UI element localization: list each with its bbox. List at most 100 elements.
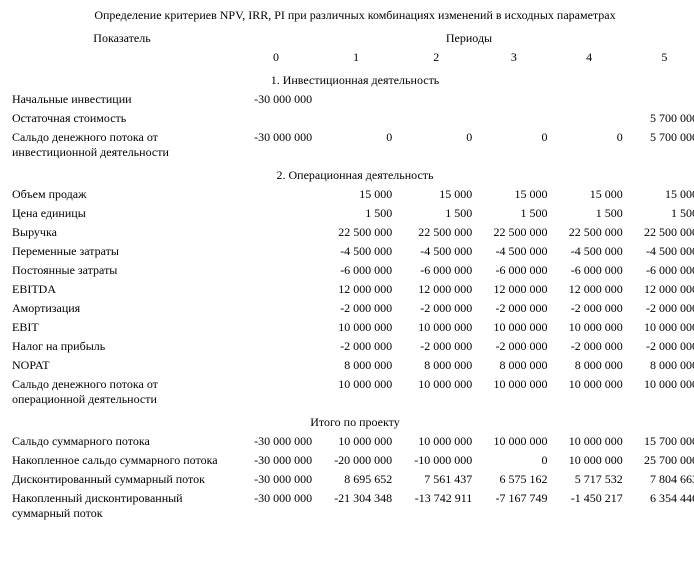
row-value: -30 000 000 — [236, 90, 316, 109]
col-5: 5 — [627, 48, 694, 67]
row-value — [236, 204, 316, 223]
row-value: 10 000 000 — [316, 318, 396, 337]
section-title: 1. Инвестиционная деятельность — [8, 67, 694, 90]
row-value: 8 000 000 — [627, 356, 694, 375]
row-value: 7 804 663 — [627, 470, 694, 489]
row-value: 8 000 000 — [476, 356, 551, 375]
row-value: -2 000 000 — [316, 337, 396, 356]
row-value: -2 000 000 — [627, 337, 694, 356]
table-row: Остаточная стоимость5 700 000 — [8, 109, 694, 128]
row-label: Сальдо денежного потока от инвестиционно… — [8, 128, 236, 162]
col-indicator: Показатель — [8, 29, 236, 67]
row-value: 12 000 000 — [396, 280, 476, 299]
row-label: EBIT — [8, 318, 236, 337]
row-value — [236, 109, 316, 128]
row-value — [316, 90, 396, 109]
row-value: 10 000 000 — [396, 375, 476, 409]
row-value: -2 000 000 — [552, 299, 627, 318]
row-label: Амортизация — [8, 299, 236, 318]
row-value: 8 000 000 — [316, 356, 396, 375]
table-row: NOPAT8 000 0008 000 0008 000 0008 000 00… — [8, 356, 694, 375]
row-value: 10 000 000 — [627, 318, 694, 337]
row-value — [236, 356, 316, 375]
row-label: Сальдо суммарного потока — [8, 432, 236, 451]
row-value: 7 561 437 — [396, 470, 476, 489]
row-value: 0 — [476, 451, 551, 470]
row-value: 12 000 000 — [476, 280, 551, 299]
table-row: Переменные затраты-4 500 000-4 500 000-4… — [8, 242, 694, 261]
row-value: 1 500 — [627, 204, 694, 223]
row-value: 10 000 000 — [476, 318, 551, 337]
row-label: NOPAT — [8, 356, 236, 375]
row-label: Выручка — [8, 223, 236, 242]
row-value: -2 000 000 — [316, 299, 396, 318]
row-value — [396, 90, 476, 109]
row-label: Сальдо денежного потока от операционной … — [8, 375, 236, 409]
row-label: Дисконтированный суммарный поток — [8, 470, 236, 489]
row-value — [316, 109, 396, 128]
row-value: 12 000 000 — [316, 280, 396, 299]
table-row: Амортизация-2 000 000-2 000 000-2 000 00… — [8, 299, 694, 318]
row-value: -7 167 749 — [476, 489, 551, 523]
col-1: 1 — [316, 48, 396, 67]
row-value: -6 000 000 — [552, 261, 627, 280]
row-value: 8 695 652 — [316, 470, 396, 489]
row-value: -6 000 000 — [476, 261, 551, 280]
row-value: 15 000 — [316, 185, 396, 204]
table-row: Постоянные затраты-6 000 000-6 000 000-6… — [8, 261, 694, 280]
financial-table: Показатель Периоды 0 1 2 3 4 5 1. Инвест… — [8, 29, 694, 523]
table-row: Выручка22 500 00022 500 00022 500 00022 … — [8, 223, 694, 242]
row-value: -21 304 348 — [316, 489, 396, 523]
row-value — [236, 299, 316, 318]
row-value: -6 000 000 — [316, 261, 396, 280]
row-value: 22 500 000 — [396, 223, 476, 242]
table-row: Начальные инвестиции-30 000 000 — [8, 90, 694, 109]
col-0: 0 — [236, 48, 316, 67]
row-value — [552, 109, 627, 128]
row-value: -6 000 000 — [627, 261, 694, 280]
table-row: Накопленный дисконтированный суммарный п… — [8, 489, 694, 523]
row-value: -20 000 000 — [316, 451, 396, 470]
row-value — [236, 242, 316, 261]
row-value: -2 000 000 — [476, 299, 551, 318]
row-value: 22 500 000 — [316, 223, 396, 242]
row-label: Объем продаж — [8, 185, 236, 204]
row-value: 1 500 — [476, 204, 551, 223]
row-value: -30 000 000 — [236, 451, 316, 470]
col-periods: Периоды — [236, 29, 694, 48]
row-value: -13 742 911 — [396, 489, 476, 523]
row-value: 12 000 000 — [627, 280, 694, 299]
table-row: EBITDA12 000 00012 000 00012 000 00012 0… — [8, 280, 694, 299]
row-label: Налог на прибыль — [8, 337, 236, 356]
row-value: 10 000 000 — [476, 375, 551, 409]
row-value: 12 000 000 — [552, 280, 627, 299]
row-value: 15 000 — [396, 185, 476, 204]
row-value — [396, 109, 476, 128]
row-value — [236, 185, 316, 204]
row-value: -4 500 000 — [552, 242, 627, 261]
table-row: Сальдо денежного потока от инвестиционно… — [8, 128, 694, 162]
row-value: -4 500 000 — [627, 242, 694, 261]
section-title: 2. Операционная деятельность — [8, 162, 694, 185]
row-value: 5 700 000 — [627, 109, 694, 128]
row-value — [476, 109, 551, 128]
row-value: 22 500 000 — [627, 223, 694, 242]
row-value: -30 000 000 — [236, 432, 316, 451]
section-title: Итого по проекту — [8, 409, 694, 432]
row-value — [236, 223, 316, 242]
col-2: 2 — [396, 48, 476, 67]
row-value: 10 000 000 — [627, 375, 694, 409]
row-label: Начальные инвестиции — [8, 90, 236, 109]
table-row: Объем продаж15 00015 00015 00015 00015 0… — [8, 185, 694, 204]
row-label: Накопленный дисконтированный суммарный п… — [8, 489, 236, 523]
row-value: 22 500 000 — [476, 223, 551, 242]
table-row: EBIT10 000 00010 000 00010 000 00010 000… — [8, 318, 694, 337]
row-value: -4 500 000 — [316, 242, 396, 261]
row-value: -2 000 000 — [552, 337, 627, 356]
row-value: -2 000 000 — [396, 337, 476, 356]
row-value — [236, 337, 316, 356]
table-row: Налог на прибыль-2 000 000-2 000 000-2 0… — [8, 337, 694, 356]
row-value — [236, 261, 316, 280]
table-row: Сальдо суммарного потока-30 000 00010 00… — [8, 432, 694, 451]
row-label: EBITDA — [8, 280, 236, 299]
